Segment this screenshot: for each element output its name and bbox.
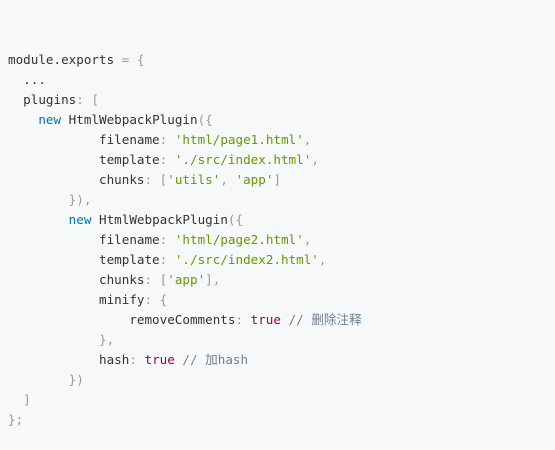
code-line: ] [8,390,555,410]
code-token-keyword: new [38,112,62,127]
code-line: plugins: [ [8,90,555,110]
code-line: minify: { [8,290,555,310]
code-token-punct: : [129,352,145,367]
code-token-string: './src/index2.html' [174,252,319,267]
code-token-punct: : [159,132,175,147]
code-token-key: filename [8,132,160,147]
code-line: hash: true // 加hash [8,350,555,370]
code-token-punct: { [159,292,168,307]
code-token-comment: // 加hash [174,352,249,367]
code-token-punct: { [136,52,145,67]
code-line: }, [8,330,555,350]
code-token-keyword: new [68,212,92,227]
code-block: module.exports = { ... plugins: [ new Ht… [0,0,555,427]
code-token-key: hash [8,352,130,367]
code-token-key: filename [8,232,160,247]
code-line: template: './src/index.html', [8,150,555,170]
code-token-class: HtmlWebpackPlugin [91,212,228,227]
code-token-punct: : [76,92,92,107]
code-line: new HtmlWebpackPlugin({ [8,110,555,130]
code-token-punct: , [83,192,92,207]
code-line: module.exports = { [8,50,555,70]
code-token-key: plugins [8,92,77,107]
code-token-punct: , [318,252,327,267]
code-token-punct: , [106,332,115,347]
code-line: }), [8,190,555,210]
code-token-string: 'app' [235,172,274,187]
code-token-key: template [8,152,160,167]
code-token-punct: , [303,132,312,147]
code-token-punct: : [144,172,160,187]
code-token-punct: , [311,152,319,167]
code-token-bool: true [144,352,175,367]
code-token-bool: true [250,312,281,327]
code-line: new HtmlWebpackPlugin({ [8,210,555,230]
code-token-punct: , [303,232,312,247]
code-token-punct: : [235,312,251,327]
code-token-punct: ({ [197,112,213,127]
code-token-string: 'app' [167,272,206,287]
code-token-plain: module.exports [8,52,115,67]
code-token-punct: }) [8,372,84,387]
code-token-string: 'utils' [167,172,221,187]
code-token-punct: : [159,232,175,247]
code-token-punct: }) [8,192,84,207]
code-token-punct: ] [205,272,213,287]
code-token-plain: ... [8,72,46,87]
code-line: filename: 'html/page1.html', [8,130,555,150]
code-lines: module.exports = { ... plugins: [ new Ht… [8,50,555,430]
code-token-punct: : [159,152,175,167]
code-token-punct: , [220,172,236,187]
code-token-punct: [ [91,92,100,107]
code-token-punct: : [144,272,160,287]
code-line: chunks: ['utils', 'app'] [8,170,555,190]
code-token-key: removeComments [8,312,236,327]
code-line: ... [8,70,555,90]
code-token-punct: ] [273,172,282,187]
code-token-string: 'html/page1.html' [174,132,304,147]
code-token-punct: ({ [227,212,244,227]
code-token-punct: ; [15,412,24,427]
code-token-string: './src/index.html' [174,152,312,167]
code-token-punct: ] [8,392,31,407]
code-token-punct: } [8,412,16,427]
code-token-key: minify [8,292,145,307]
code-line: chunks: ['app'], [8,270,555,290]
code-token-key: template [8,252,160,267]
code-token-key: chunks [8,172,145,187]
code-token-punct: : [159,252,175,267]
code-token-punct: , [212,272,221,287]
code-line: template: './src/index2.html', [8,250,555,270]
code-token-punct: : [144,292,160,307]
code-token-string: 'html/page2.html' [174,232,304,247]
code-line: }) [8,370,555,390]
code-line: removeComments: true // 删除注释 [8,310,555,330]
code-token-key: chunks [8,272,145,287]
code-token-comment: // 删除注释 [280,312,362,327]
code-token-punct: } [8,332,107,347]
code-token-punct: = [114,52,137,67]
code-line: }; [8,410,555,430]
code-token-class: HtmlWebpackPlugin [61,112,198,127]
code-line: filename: 'html/page2.html', [8,230,555,250]
